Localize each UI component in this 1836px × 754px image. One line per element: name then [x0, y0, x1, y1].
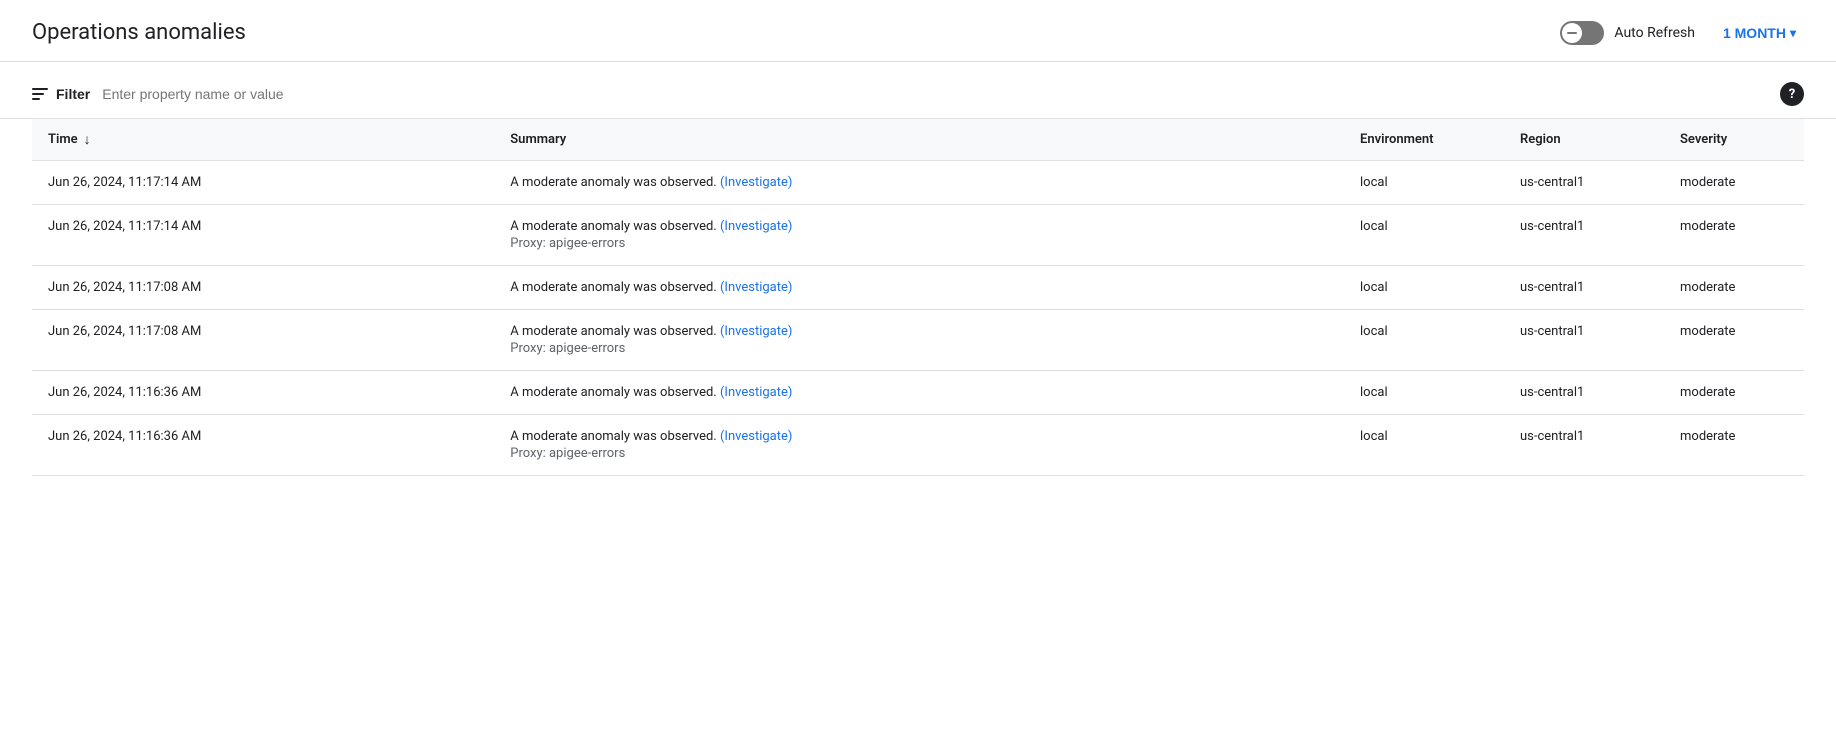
cell-summary: A moderate anomaly was observed. (Invest…	[494, 266, 1344, 310]
cell-summary: A moderate anomaly was observed. (Invest…	[494, 205, 1344, 266]
filter-line-2	[32, 93, 44, 95]
cell-severity: moderate	[1664, 415, 1804, 476]
summary-text: A moderate anomaly was observed. (Invest…	[510, 385, 792, 400]
summary-text: A moderate anomaly was observed. (Invest…	[510, 429, 792, 444]
col-header-summary: Summary	[494, 119, 1344, 161]
col-header-region: Region	[1504, 119, 1664, 161]
filter-button[interactable]: Filter	[32, 86, 90, 102]
auto-refresh-wrapper: Auto Refresh	[1560, 21, 1695, 45]
cell-environment: local	[1344, 161, 1504, 205]
cell-summary: A moderate anomaly was observed. (Invest…	[494, 415, 1344, 476]
anomalies-table: Time ↓ Summary Environment Region Severi…	[32, 119, 1804, 476]
investigate-link[interactable]: (Investigate)	[720, 280, 792, 295]
time-range-value: 1 MONTH	[1723, 25, 1786, 41]
toggle-knob	[1562, 23, 1582, 43]
investigate-link[interactable]: (Investigate)	[720, 175, 792, 190]
page-title: Operations anomalies	[32, 20, 246, 45]
table-header-row: Time ↓ Summary Environment Region Severi…	[32, 119, 1804, 161]
header-controls: Auto Refresh 1 MONTH ▾	[1560, 21, 1804, 45]
anomalies-table-container: Time ↓ Summary Environment Region Severi…	[0, 119, 1836, 476]
investigate-link[interactable]: (Investigate)	[720, 385, 792, 400]
cell-summary: A moderate anomaly was observed. (Invest…	[494, 371, 1344, 415]
cell-environment: local	[1344, 371, 1504, 415]
table-row: Jun 26, 2024, 11:16:36 AM A moderate anom…	[32, 415, 1804, 476]
cell-severity: moderate	[1664, 266, 1804, 310]
table-row: Jun 26, 2024, 11:17:14 AM A moderate anom…	[32, 161, 1804, 205]
summary-text: A moderate anomaly was observed. (Invest…	[510, 324, 792, 339]
summary-text: A moderate anomaly was observed. (Invest…	[510, 175, 792, 190]
filter-line-3	[32, 98, 40, 100]
cell-environment: local	[1344, 205, 1504, 266]
cell-summary: A moderate anomaly was observed. (Invest…	[494, 310, 1344, 371]
toggle-track	[1560, 21, 1604, 45]
page-header: Operations anomalies Auto Refresh 1 MONT…	[0, 0, 1836, 62]
cell-summary: A moderate anomaly was observed. (Invest…	[494, 161, 1344, 205]
cell-severity: moderate	[1664, 205, 1804, 266]
investigate-link[interactable]: (Investigate)	[720, 219, 792, 234]
cell-severity: moderate	[1664, 161, 1804, 205]
cell-environment: local	[1344, 310, 1504, 371]
cell-time: Jun 26, 2024, 11:16:36 AM	[32, 415, 494, 476]
filter-icon	[32, 88, 48, 100]
cell-time: Jun 26, 2024, 11:17:14 AM	[32, 205, 494, 266]
summary-text: A moderate anomaly was observed. (Invest…	[510, 219, 792, 234]
chevron-down-icon: ▾	[1790, 26, 1796, 40]
toggle-minus-icon	[1567, 32, 1577, 34]
col-header-time: Time ↓	[32, 119, 494, 161]
cell-region: us-central1	[1504, 371, 1664, 415]
investigate-link[interactable]: (Investigate)	[720, 429, 792, 444]
summary-sub: Proxy: apigee-errors	[510, 236, 1328, 251]
time-range-button[interactable]: 1 MONTH ▾	[1715, 21, 1804, 45]
cell-severity: moderate	[1664, 371, 1804, 415]
investigate-link[interactable]: (Investigate)	[720, 324, 792, 339]
cell-region: us-central1	[1504, 161, 1664, 205]
cell-environment: local	[1344, 415, 1504, 476]
filter-bar: Filter ?	[0, 62, 1836, 119]
table-row: Jun 26, 2024, 11:17:08 AM A moderate anom…	[32, 310, 1804, 371]
cell-region: us-central1	[1504, 266, 1664, 310]
filter-label: Filter	[56, 86, 90, 102]
table-row: Jun 26, 2024, 11:16:36 AM A moderate anom…	[32, 371, 1804, 415]
sort-desc-icon[interactable]: ↓	[84, 131, 91, 148]
auto-refresh-toggle[interactable]	[1560, 21, 1604, 45]
cell-time: Jun 26, 2024, 11:17:08 AM	[32, 266, 494, 310]
col-header-environment: Environment	[1344, 119, 1504, 161]
filter-line-1	[32, 88, 48, 90]
cell-time: Jun 26, 2024, 11:16:36 AM	[32, 371, 494, 415]
help-icon[interactable]: ?	[1780, 82, 1804, 106]
summary-sub: Proxy: apigee-errors	[510, 341, 1328, 356]
cell-severity: moderate	[1664, 310, 1804, 371]
cell-time: Jun 26, 2024, 11:17:14 AM	[32, 161, 494, 205]
cell-time: Jun 26, 2024, 11:17:08 AM	[32, 310, 494, 371]
cell-region: us-central1	[1504, 310, 1664, 371]
summary-sub: Proxy: apigee-errors	[510, 446, 1328, 461]
cell-environment: local	[1344, 266, 1504, 310]
cell-region: us-central1	[1504, 415, 1664, 476]
summary-text: A moderate anomaly was observed. (Invest…	[510, 280, 792, 295]
table-row: Jun 26, 2024, 11:17:08 AM A moderate anom…	[32, 266, 1804, 310]
auto-refresh-label: Auto Refresh	[1614, 25, 1695, 41]
col-header-severity: Severity	[1664, 119, 1804, 161]
filter-input[interactable]	[102, 86, 1768, 102]
cell-region: us-central1	[1504, 205, 1664, 266]
table-row: Jun 26, 2024, 11:17:14 AM A moderate anom…	[32, 205, 1804, 266]
